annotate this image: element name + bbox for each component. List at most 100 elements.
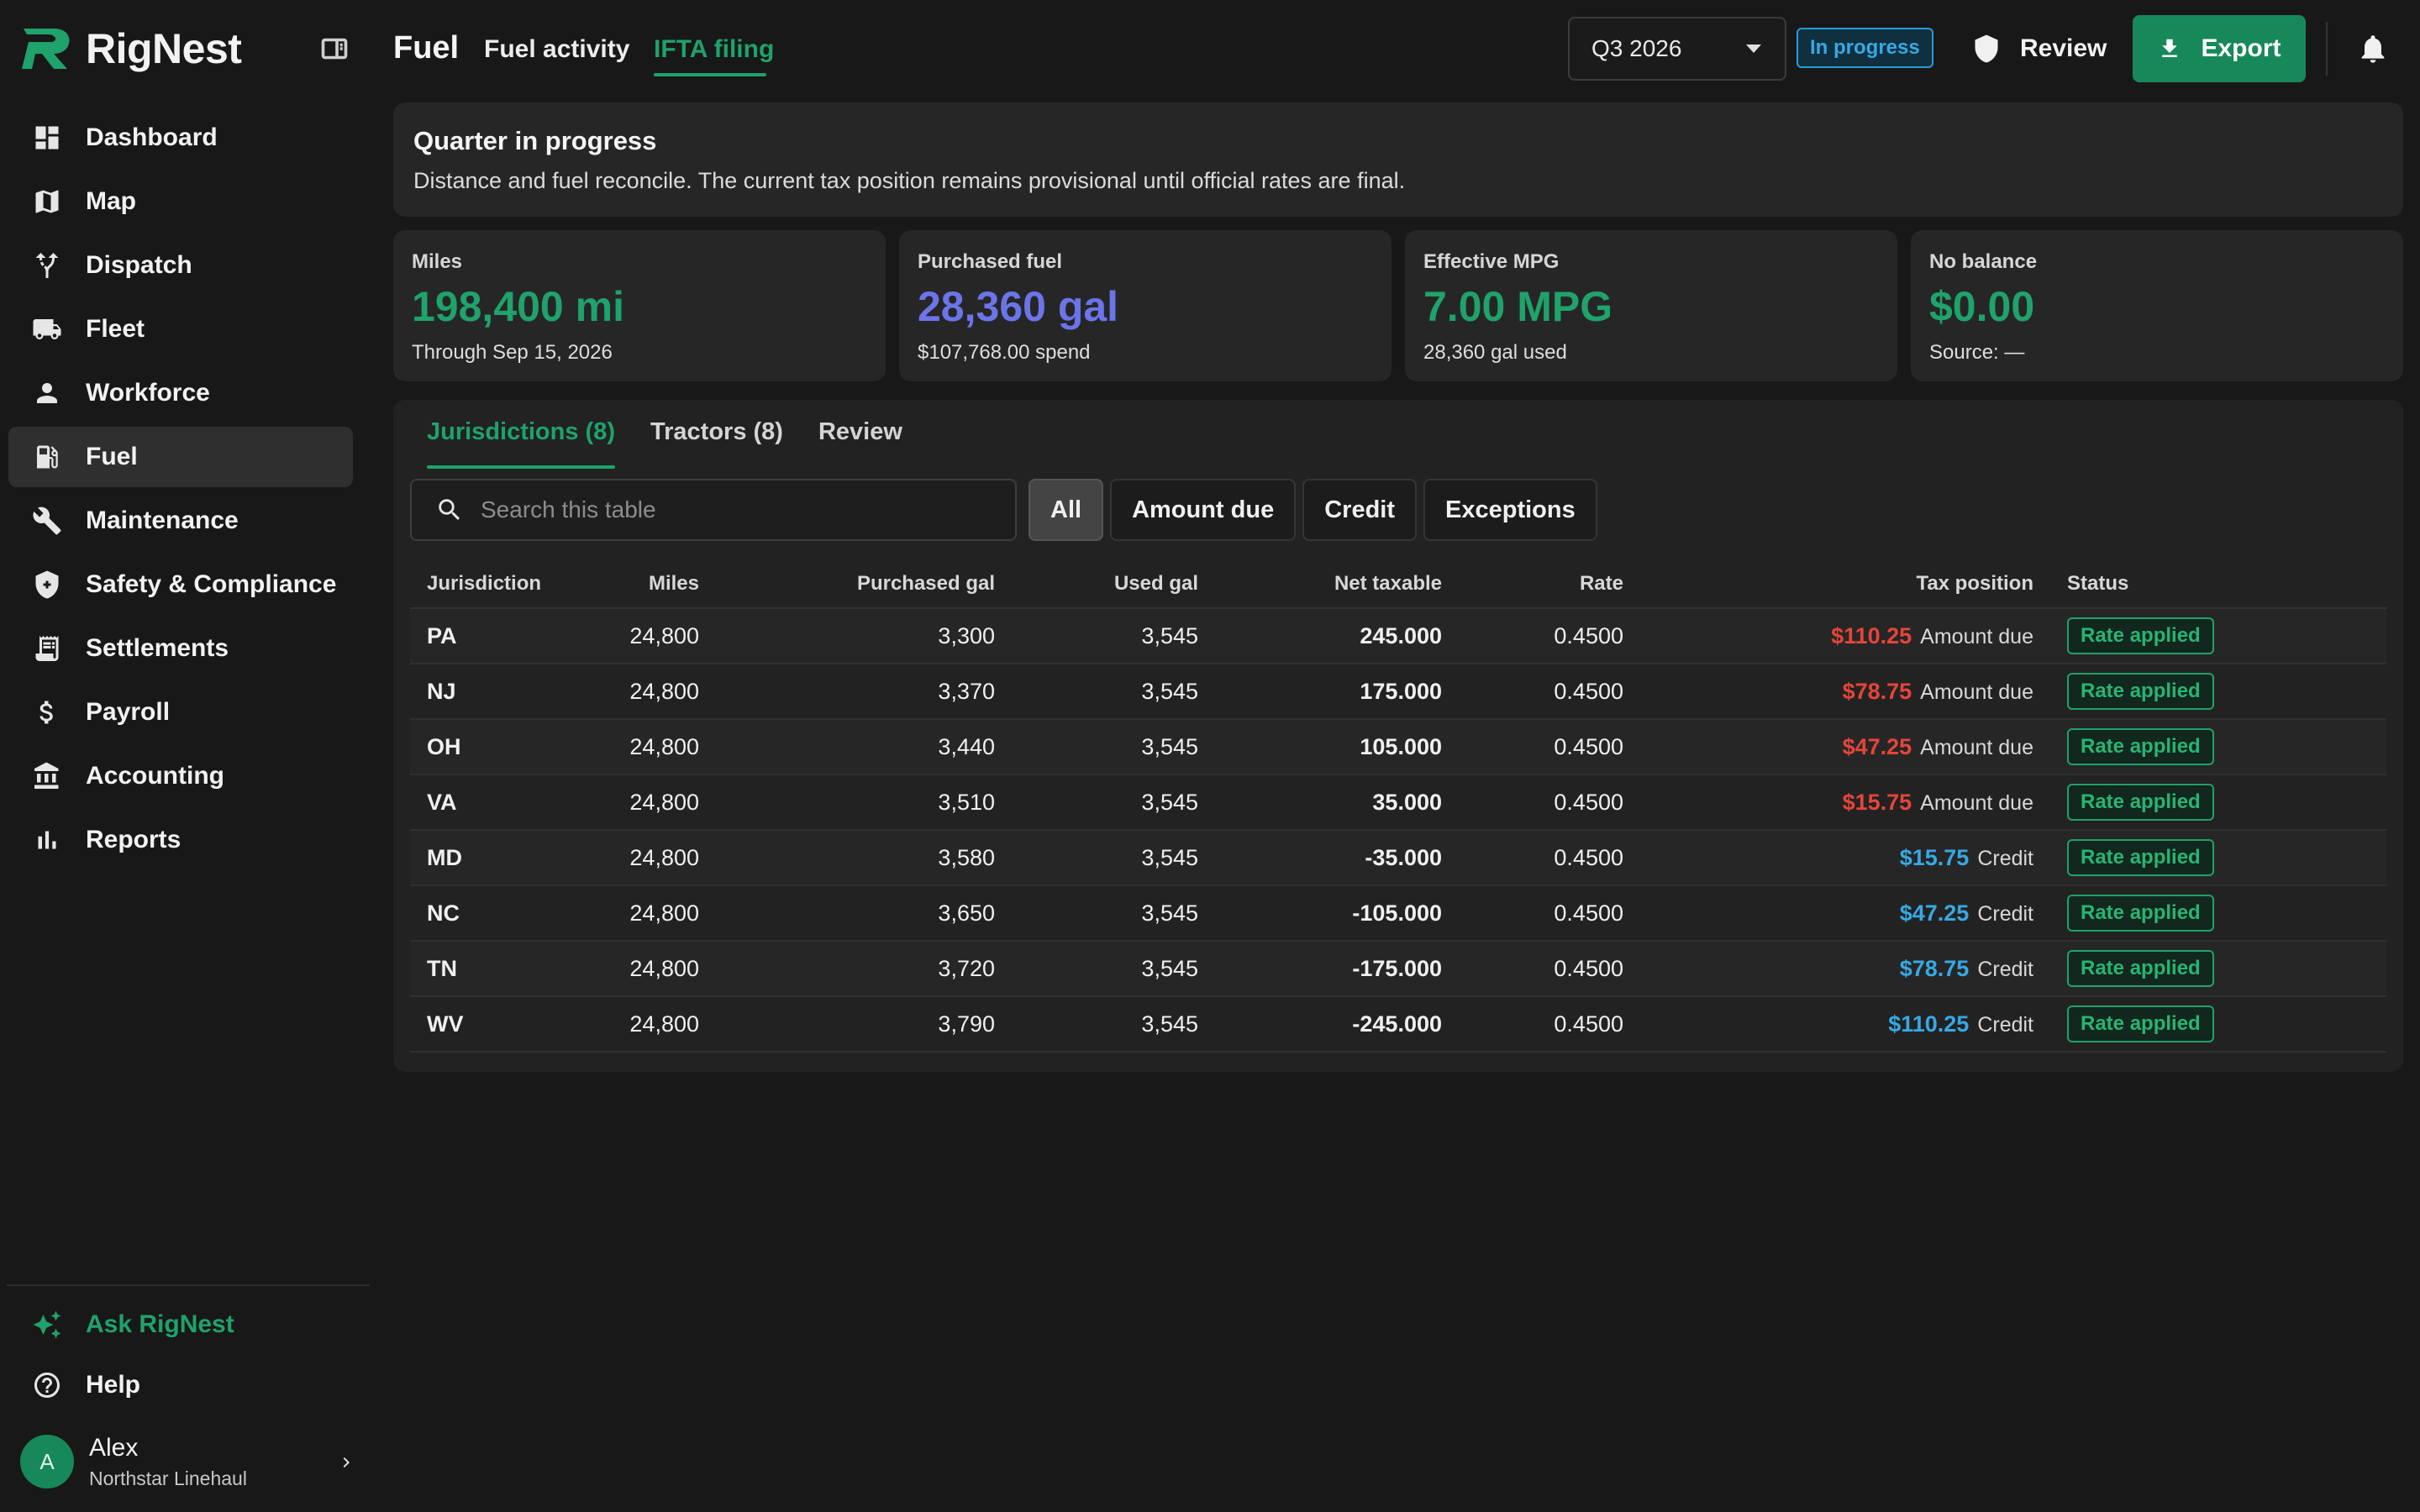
table-row[interactable]: NJ 24,800 3,370 3,545 175.000 0.4500 $78.75 Amo…	[410, 664, 2386, 720]
dashboard-icon	[32, 123, 62, 153]
tab-review[interactable]: Review	[818, 418, 902, 469]
column-header[interactable]: Used gal	[1012, 559, 1215, 609]
filter-exceptions[interactable]: Exceptions	[1423, 479, 1597, 541]
cell-net-taxable: -105.000	[1215, 885, 1459, 942]
user-menu[interactable]: A Alex Northstar Linehaul	[20, 1433, 356, 1490]
cell-purchased-gal: 3,720	[716, 941, 1012, 997]
cell-status: Rate applied	[2050, 774, 2386, 831]
column-header[interactable]: Rate	[1459, 559, 1640, 609]
column-header[interactable]: Jurisdiction	[410, 559, 570, 609]
bar-chart-icon	[32, 825, 62, 855]
filter-amount-due[interactable]: Amount due	[1110, 479, 1297, 541]
caret-down-icon	[1746, 45, 1761, 53]
status-badge: Rate applied	[2067, 617, 2214, 654]
nav-label: Map	[86, 187, 136, 215]
tax-amount: $47.25	[1899, 900, 1970, 926]
ask-rignest-button[interactable]: Ask RigNest	[8, 1294, 353, 1355]
active-tab-indicator	[654, 73, 766, 76]
receipt-icon	[32, 633, 62, 664]
shield-icon	[1975, 34, 1998, 63]
cell-purchased-gal: 3,370	[716, 664, 1012, 720]
column-header[interactable]: Purchased gal	[716, 559, 1012, 609]
nav-item-dashboard[interactable]: Dashboard	[8, 108, 353, 168]
cell-used-gal: 3,545	[1012, 941, 1215, 997]
cell-jurisdiction: WV	[410, 996, 570, 1053]
filter-credit[interactable]: Credit	[1302, 479, 1418, 541]
notification-bell-icon[interactable]	[2356, 32, 2390, 66]
status-badge: Rate applied	[2067, 895, 2214, 932]
nav-item-payroll[interactable]: Payroll	[8, 682, 353, 743]
cell-tax-position: $110.25 Amount due	[1640, 608, 2050, 664]
nav-label: Maintenance	[86, 507, 239, 534]
quarter-select-value: Q3 2026	[1591, 35, 1682, 61]
tax-position-label: Amount due	[1920, 735, 2033, 759]
column-header[interactable]: Net taxable	[1215, 559, 1459, 609]
cell-jurisdiction: MD	[410, 830, 570, 886]
cell-jurisdiction: NJ	[410, 664, 570, 720]
main-nav: Dashboard Map Dispatch Fleet Workforce F…	[8, 108, 353, 874]
tab-tractors[interactable]: Tractors (8)	[650, 418, 783, 469]
quarter-select[interactable]: Q3 2026	[1568, 17, 1786, 81]
tab-jurisdictions[interactable]: Jurisdictions (8)	[427, 418, 615, 469]
column-header[interactable]: Tax position	[1640, 559, 2050, 609]
cell-net-taxable: 245.000	[1215, 608, 1459, 664]
column-header[interactable]: Miles	[570, 559, 716, 609]
cell-rate: 0.4500	[1459, 774, 1640, 831]
table-row[interactable]: MD 24,800 3,580 3,545 -35.000 0.4500 $15.75 Cre…	[410, 830, 2386, 886]
cell-miles: 24,800	[570, 774, 716, 831]
table-row[interactable]: WV 24,800 3,790 3,545 -245.000 0.4500 $110.25 C…	[410, 996, 2386, 1053]
tax-position-label: Credit	[1977, 901, 2033, 926]
review-button-label: Review	[2020, 34, 2107, 62]
nav-item-dispatch[interactable]: Dispatch	[8, 235, 353, 296]
filter-all[interactable]: All	[1028, 479, 1104, 541]
nav-label: Dispatch	[86, 251, 192, 279]
table-tabs: Jurisdictions (8) Tractors (8) Review	[427, 418, 902, 469]
nav-item-fleet[interactable]: Fleet	[8, 299, 353, 360]
nav-item-maintenance[interactable]: Maintenance	[8, 491, 353, 551]
nav-item-fuel[interactable]: Fuel	[8, 427, 353, 487]
cell-used-gal: 3,545	[1012, 774, 1215, 831]
table-search	[410, 479, 1017, 541]
cell-purchased-gal: 3,440	[716, 719, 1012, 775]
cell-used-gal: 3,545	[1012, 664, 1215, 720]
sidebar-divider	[7, 1284, 370, 1286]
tax-amount: $15.75	[1899, 844, 1970, 870]
cell-net-taxable: 105.000	[1215, 719, 1459, 775]
tab-ifta-filing[interactable]: IFTA filing	[654, 35, 774, 64]
cell-tax-position: $47.25 Credit	[1640, 885, 2050, 942]
nav-item-map[interactable]: Map	[8, 171, 353, 232]
nav-item-workforce[interactable]: Workforce	[8, 363, 353, 423]
cell-rate: 0.4500	[1459, 664, 1640, 720]
export-button[interactable]: Export	[2133, 15, 2306, 82]
avatar: A	[20, 1435, 74, 1488]
cell-rate: 0.4500	[1459, 996, 1640, 1053]
wrench-icon	[32, 506, 62, 536]
nav-item-settlements[interactable]: Settlements	[8, 618, 353, 679]
review-button[interactable]: Review	[1971, 27, 2107, 71]
nav-item-reports[interactable]: Reports	[8, 810, 353, 870]
table-row[interactable]: VA 24,800 3,510 3,545 35.000 0.4500 $15.75 Amou…	[410, 774, 2386, 831]
nav-item-accounting[interactable]: Accounting	[8, 746, 353, 806]
cell-tax-position: $15.75 Amount due	[1640, 774, 2050, 831]
tax-position-label: Credit	[1977, 957, 2033, 981]
kpi-label: Purchased fuel	[918, 250, 1063, 273]
search-input[interactable]	[481, 496, 1015, 523]
table-row[interactable]: TN 24,800 3,720 3,545 -175.000 0.4500 $78.75 Cr…	[410, 941, 2386, 997]
cell-net-taxable: 35.000	[1215, 774, 1459, 831]
tab-fuel-activity[interactable]: Fuel activity	[484, 35, 629, 64]
table-row[interactable]: NC 24,800 3,650 3,545 -105.000 0.4500 $47.25 Cr…	[410, 885, 2386, 942]
top-bar: Fuel Fuel activity IFTA filing Q3 2026 I…	[0, 0, 2420, 97]
cell-jurisdiction: PA	[410, 608, 570, 664]
cell-jurisdiction: OH	[410, 719, 570, 775]
sidebar-toggle-icon[interactable]	[319, 34, 350, 64]
nav-label: Dashboard	[86, 123, 218, 151]
cell-purchased-gal: 3,580	[716, 830, 1012, 886]
filter-chips: All Amount due Credit Exceptions	[1028, 479, 1597, 541]
tax-amount: $47.25	[1842, 733, 1912, 759]
table-row[interactable]: OH 24,800 3,440 3,545 105.000 0.4500 $47.25 Amo…	[410, 719, 2386, 775]
page-title: Fuel	[393, 30, 460, 66]
help-button[interactable]: Help	[8, 1355, 353, 1415]
nav-item-safety-compliance[interactable]: Safety & Compliance	[8, 554, 353, 615]
column-header[interactable]: Status	[2050, 559, 2386, 609]
table-row[interactable]: PA 24,800 3,300 3,545 245.000 0.4500 $110.25 Am…	[410, 608, 2386, 664]
